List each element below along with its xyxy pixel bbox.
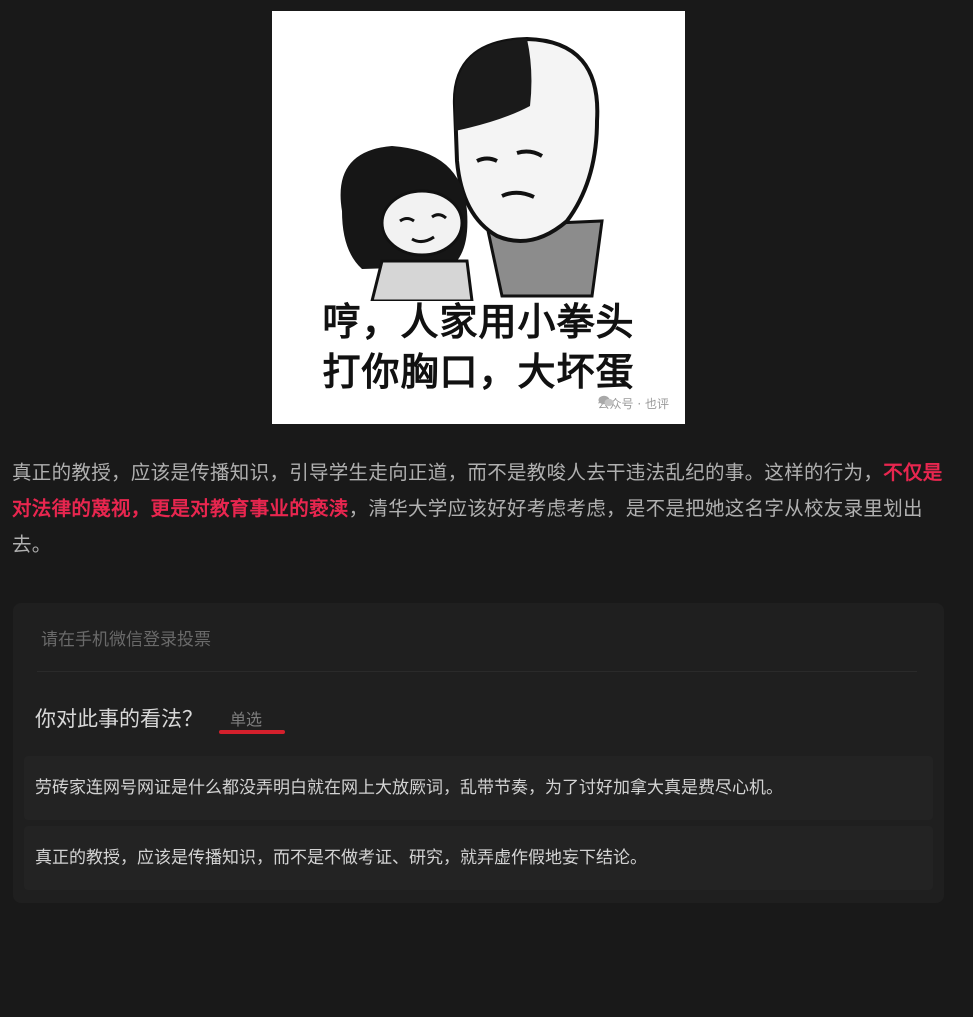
article-paragraph: 真正的教授，应该是传播知识，引导学生走向正道，而不是教唆人去干违法乱纪的事。这样… — [12, 455, 947, 563]
meme-caption-line1: 哼，人家用小拳头 — [322, 300, 635, 344]
meme-caption: 哼，人家用小拳头 打你胸口，大坏蛋 — [272, 297, 685, 397]
meme-image: 哼，人家用小拳头 打你胸口，大坏蛋 公众号 · 也评 — [272, 11, 685, 424]
meme-watermark: 公众号 · 也评 — [598, 395, 669, 412]
vote-question: 你对此事的看法？ — [35, 707, 203, 731]
vote-option-1[interactable]: 劳砖家连网号网证是什么都没弄明白就在网上大放厥词，乱带节奏，为了讨好加拿大真是费… — [24, 756, 933, 820]
vote-login-hint: 请在手机微信登录投票 — [41, 630, 211, 650]
article-text-before: 真正的教授，应该是传播知识，引导学生走向正道，而不是教唆人去干违法乱纪的事。这样… — [12, 461, 884, 484]
vote-divider — [37, 671, 917, 672]
vote-option-2[interactable]: 真正的教授，应该是传播知识，而不是不做考证、研究，就弄虚作假地妄下结论。 — [24, 826, 933, 890]
vote-type-label: 单选 — [230, 710, 263, 729]
vote-card: 请在手机微信登录投票 你对此事的看法？ 单选 劳砖家连网号网证是什么都没弄明白就… — [13, 603, 944, 903]
wechat-icon — [598, 395, 614, 407]
meme-illustration — [340, 36, 604, 301]
vote-type-underline — [219, 730, 285, 734]
meme-caption-line2: 打你胸口，大坏蛋 — [322, 350, 635, 394]
